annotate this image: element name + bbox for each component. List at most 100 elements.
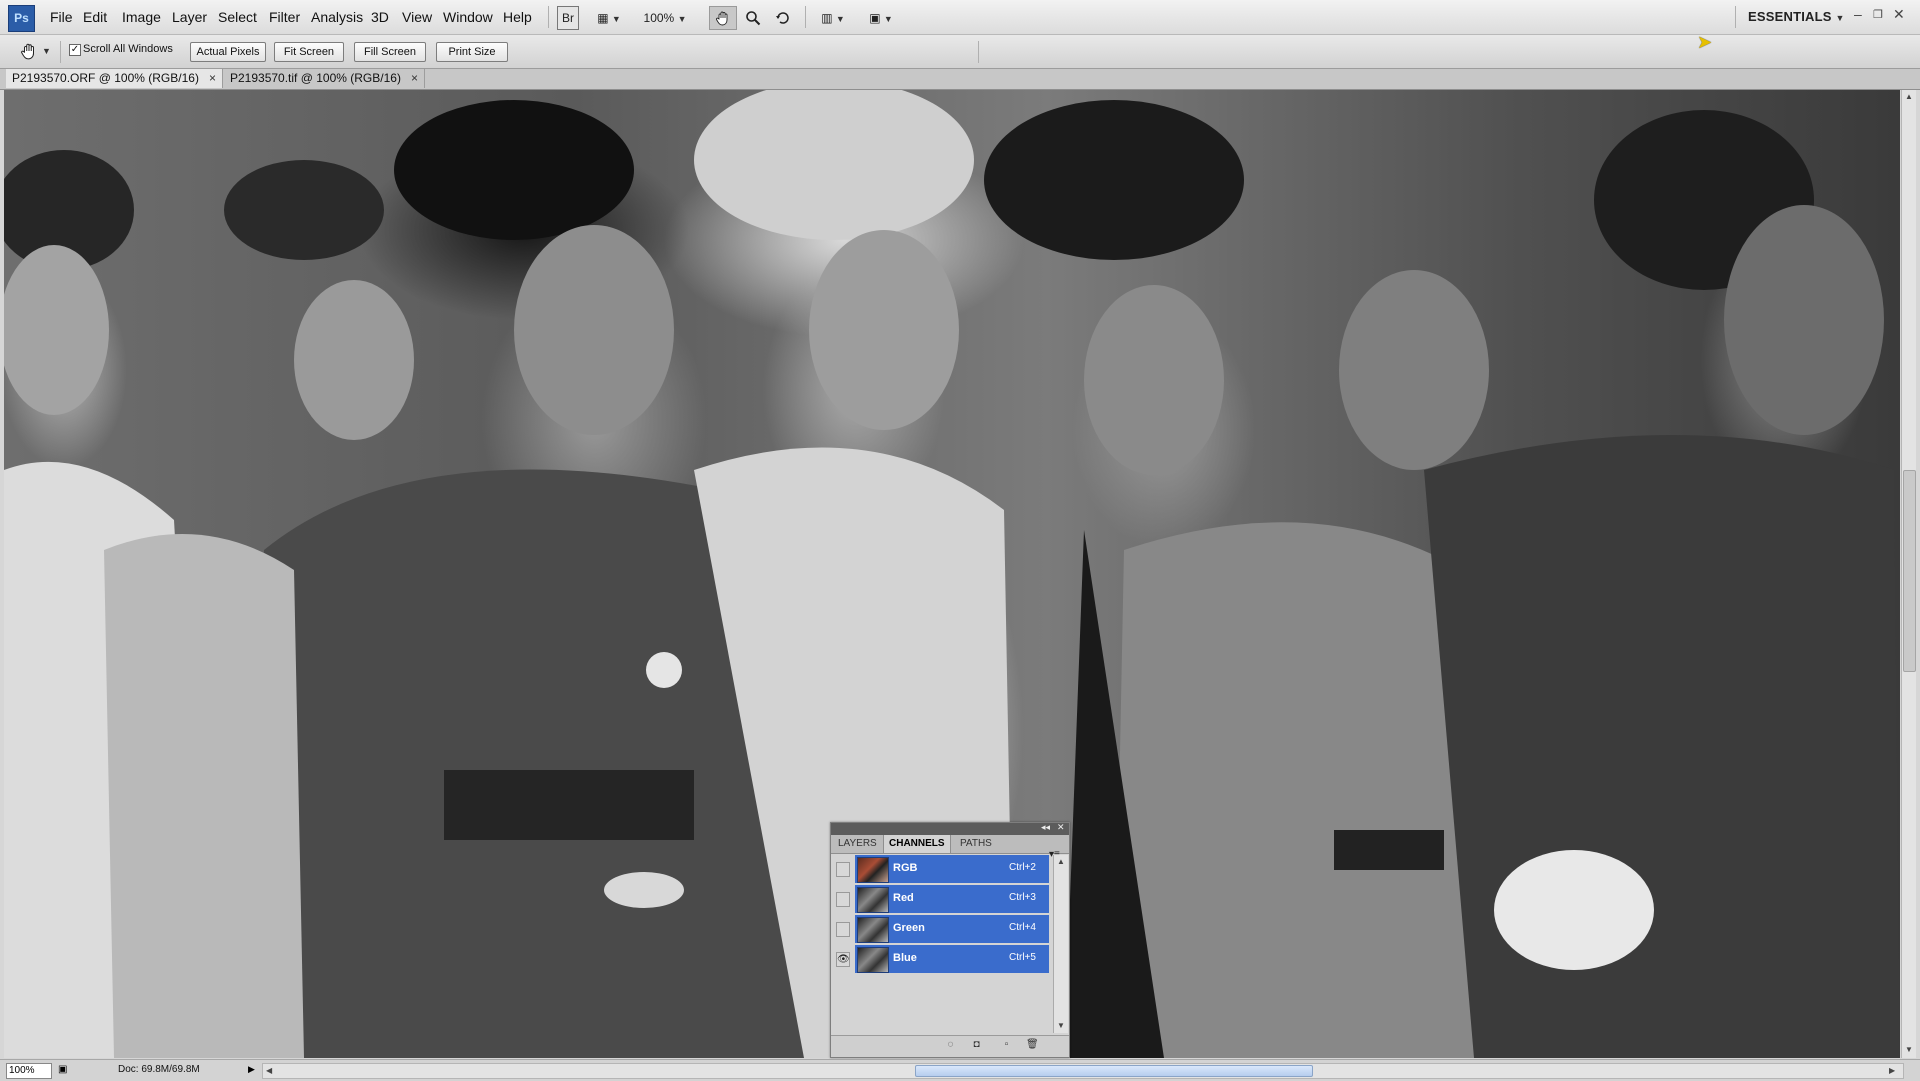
scroll-up-icon[interactable]: ▲: [1057, 857, 1065, 866]
save-selection-icon[interactable]: ◘: [971, 1040, 982, 1050]
workspace-label: ESSENTIALS: [1748, 9, 1832, 24]
fill-screen-button[interactable]: Fill Screen: [354, 42, 426, 62]
menu-filter[interactable]: Filter: [269, 9, 300, 25]
menu-view[interactable]: View: [402, 9, 432, 25]
status-options-icon[interactable]: ▣: [58, 1064, 67, 1075]
chevron-down-icon: ▼: [835, 14, 845, 24]
menu-analysis[interactable]: Analysis: [311, 9, 363, 25]
close-icon[interactable]: ✕: [1893, 6, 1905, 23]
bridge-button[interactable]: Br: [557, 6, 579, 30]
channel-thumbnail: [857, 857, 889, 883]
panel-footer: ◌ ◘ ▫ 🗑: [831, 1035, 1069, 1057]
close-icon[interactable]: ✕: [1057, 822, 1065, 833]
scroll-all-windows-checkbox[interactable]: ✓: [69, 44, 81, 56]
panel-title-bar[interactable]: ◂◂ ✕: [831, 822, 1069, 835]
tab-p2193570-tif[interactable]: P2193570.tif @ 100% (RGB/16) ×: [224, 69, 425, 88]
fit-screen-button[interactable]: Fit Screen: [274, 42, 344, 62]
panel-tabs: LAYERS CHANNELS PATHS ▾≡: [831, 835, 1069, 860]
channel-row[interactable]: RGB Ctrl+2: [855, 855, 1049, 884]
scroll-up-icon[interactable]: ▲: [1905, 92, 1913, 101]
trash-icon[interactable]: 🗑: [1026, 1040, 1039, 1050]
menu-file[interactable]: File: [50, 9, 73, 25]
channels-panel: ◂◂ ✕ LAYERS CHANNELS PATHS ▾≡ RGB Ctrl+2…: [830, 822, 1070, 1058]
view-extras-button[interactable]: ▦ ▼: [590, 6, 628, 30]
minimize-icon[interactable]: –: [1854, 6, 1862, 22]
tab-channels[interactable]: CHANNELS: [883, 835, 951, 853]
tab-p2193570-orf[interactable]: P2193570.ORF @ 100% (RGB/16) ×: [6, 69, 223, 88]
zoom-level-dropdown[interactable]: 100% ▼: [636, 6, 694, 30]
scroll-all-windows-label: Scroll All Windows: [83, 43, 173, 55]
channel-shortcut: Ctrl+5: [1009, 952, 1036, 963]
channel-row[interactable]: Red Ctrl+3: [855, 885, 1049, 914]
workspace-switcher[interactable]: ESSENTIALS ▼: [1748, 9, 1845, 24]
scroll-down-icon[interactable]: ▼: [1905, 1045, 1913, 1054]
status-menu-arrow-icon[interactable]: ▶: [248, 1064, 255, 1075]
channel-thumbnail: [857, 947, 889, 973]
scroll-down-icon[interactable]: ▼: [1057, 1021, 1065, 1030]
channel-green[interactable]: Green Ctrl+4: [833, 915, 1051, 944]
menu-select[interactable]: Select: [218, 9, 257, 25]
hand-tool-button[interactable]: [709, 6, 737, 30]
horizontal-scrollbar[interactable]: ◀ ▶: [262, 1063, 1904, 1079]
menu-layer[interactable]: Layer: [172, 9, 207, 25]
eye-icon[interactable]: 👁: [836, 952, 850, 967]
collapse-icon[interactable]: ◂◂: [1041, 822, 1050, 833]
channel-row[interactable]: Blue Ctrl+5: [855, 945, 1049, 974]
channel-thumbnail: [857, 887, 889, 913]
menu-window[interactable]: Window: [443, 9, 493, 25]
hand-icon: [716, 11, 728, 26]
menu-help[interactable]: Help: [503, 9, 532, 25]
channel-blue[interactable]: 👁 Blue Ctrl+5: [833, 945, 1051, 974]
restore-icon[interactable]: ❐: [1873, 8, 1883, 21]
visibility-toggle[interactable]: [836, 922, 850, 937]
channel-name: Green: [893, 922, 925, 934]
view-extras-icon: ▦: [597, 11, 609, 25]
mouse-cursor-icon: ➤: [1697, 32, 1713, 52]
scroll-right-icon[interactable]: ▶: [1889, 1066, 1895, 1075]
actual-pixels-button[interactable]: Actual Pixels: [190, 42, 266, 62]
vertical-scroll-thumb[interactable]: [1903, 470, 1916, 672]
channel-name: RGB: [893, 862, 918, 874]
new-channel-icon[interactable]: ▫: [1001, 1040, 1012, 1050]
chevron-down-icon: ▼: [883, 14, 893, 24]
tab-layers[interactable]: LAYERS: [833, 835, 882, 853]
load-selection-icon[interactable]: ◌: [945, 1040, 956, 1050]
screen-mode-button[interactable]: ▣ ▼: [862, 6, 900, 30]
vertical-scrollbar[interactable]: ▲ ▼: [1901, 90, 1916, 1058]
channel-shortcut: Ctrl+3: [1009, 892, 1036, 903]
zoom-field[interactable]: 100%: [6, 1063, 52, 1079]
zoom-level-value: 100%: [643, 11, 675, 25]
doc-size-info: Doc: 69.8M/69.8M: [118, 1064, 200, 1075]
options-bar: ▼ Actual Pixels Fit Screen Fill Screen P…: [0, 35, 1920, 69]
menu-3d[interactable]: 3D: [371, 9, 389, 25]
arrange-documents-button[interactable]: ▥ ▼: [814, 6, 852, 30]
rotate-view-button[interactable]: [770, 6, 796, 30]
horizontal-scroll-thumb[interactable]: [915, 1065, 1313, 1077]
tab-label: P2193570.tif @ 100% (RGB/16): [230, 71, 401, 85]
scroll-left-icon[interactable]: ◀: [266, 1066, 272, 1075]
menu-edit[interactable]: Edit: [83, 9, 107, 25]
chevron-down-icon: ▼: [677, 14, 687, 24]
rotate-view-icon: [776, 12, 789, 24]
tab-paths[interactable]: PATHS: [955, 835, 997, 853]
close-icon[interactable]: ×: [209, 71, 216, 85]
print-size-button[interactable]: Print Size: [436, 42, 508, 62]
channel-rgb[interactable]: RGB Ctrl+2: [833, 855, 1051, 884]
channel-name: Red: [893, 892, 914, 904]
separator: [805, 6, 806, 28]
channel-row[interactable]: Green Ctrl+4: [855, 915, 1049, 944]
chevron-down-icon: ▼: [611, 14, 621, 24]
channel-red[interactable]: Red Ctrl+3: [833, 885, 1051, 914]
tool-preset-picker[interactable]: ▼: [20, 42, 51, 62]
visibility-toggle[interactable]: [836, 892, 850, 907]
visibility-toggle[interactable]: [836, 862, 850, 877]
separator: [60, 41, 61, 63]
channel-name: Blue: [893, 952, 917, 964]
status-bar: 100% ▣ Doc: 69.8M/69.8M ▶ ◀ ▶: [0, 1059, 1920, 1081]
close-icon[interactable]: ×: [411, 71, 418, 85]
panel-scrollbar[interactable]: ▲ ▼: [1053, 855, 1068, 1033]
zoom-tool-button[interactable]: [740, 6, 766, 30]
photoshop-logo[interactable]: Ps: [8, 5, 35, 32]
separator: [548, 6, 549, 28]
menu-image[interactable]: Image: [122, 9, 161, 25]
